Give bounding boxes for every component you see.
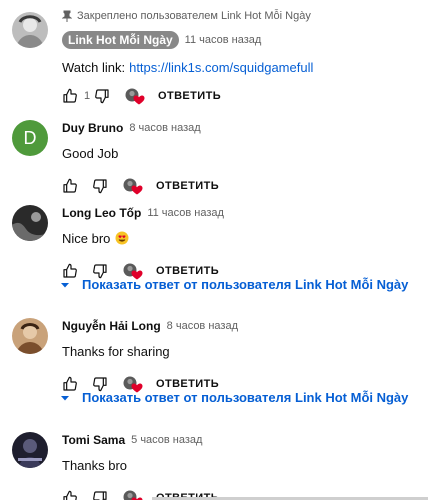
reply-button[interactable]: ОТВЕТИТЬ bbox=[156, 378, 219, 390]
show-replies-label: Показать ответ от пользователя Link Hot … bbox=[82, 277, 409, 292]
comment-time[interactable]: 11 часов назад bbox=[147, 207, 224, 219]
comment-text-content: Nice bro bbox=[62, 230, 111, 246]
show-replies-button[interactable]: Показать ответ от пользователя Link Hot … bbox=[60, 277, 408, 292]
like-count: 1 bbox=[84, 90, 91, 102]
avatar[interactable] bbox=[12, 432, 48, 468]
comment-author[interactable]: Nguyễn Hải Long bbox=[62, 319, 161, 333]
creator-heart-icon bbox=[122, 177, 144, 195]
comment-link[interactable]: https://link1s.com/squidgamefull bbox=[129, 60, 313, 75]
comment-time[interactable]: 5 часов назад bbox=[131, 434, 202, 446]
show-replies-label: Показать ответ от пользователя Link Hot … bbox=[82, 390, 409, 405]
chevron-down-icon bbox=[61, 282, 69, 287]
comment-text: Thanks for sharing bbox=[62, 343, 170, 359]
dislike-icon[interactable] bbox=[94, 88, 110, 104]
comment-text: Nice bro bbox=[62, 229, 420, 247]
avatar[interactable] bbox=[12, 318, 48, 354]
reply-button[interactable]: ОТВЕТИТЬ bbox=[156, 265, 219, 277]
reply-button[interactable]: ОТВЕТИТЬ bbox=[156, 180, 219, 192]
pinned-label: Закреплено пользователем Link Hot Mỗi Ng… bbox=[62, 8, 420, 24]
comment-text: Good Job bbox=[62, 145, 119, 161]
creator-heart-icon bbox=[122, 489, 144, 500]
comment-time[interactable]: 11 часов назад bbox=[185, 34, 262, 46]
avatar[interactable] bbox=[12, 12, 48, 48]
creator-heart-icon bbox=[124, 87, 146, 105]
reply-button[interactable]: ОТВЕТИТЬ bbox=[158, 90, 221, 102]
avatar-letter: D bbox=[23, 127, 37, 148]
avatar[interactable]: D bbox=[12, 120, 48, 156]
dislike-icon[interactable] bbox=[92, 490, 108, 500]
comment-text-prefix: Watch link: bbox=[62, 59, 126, 75]
avatar[interactable] bbox=[12, 205, 48, 241]
comment-time[interactable]: 8 часов назад bbox=[129, 122, 200, 134]
like-icon[interactable] bbox=[62, 88, 78, 104]
dislike-icon[interactable] bbox=[92, 178, 108, 194]
comment-text: Thanks bro bbox=[62, 457, 128, 473]
comment-text: Watch link: https://link1s.com/squidgame… bbox=[62, 58, 420, 76]
comment-author[interactable]: Duy Bruno bbox=[62, 121, 123, 135]
show-replies-button[interactable]: Показать ответ от пользователя Link Hot … bbox=[60, 390, 408, 405]
comment-author[interactable]: Link Hot Mỗi Ngày bbox=[62, 31, 179, 49]
pinned-text: Закреплено пользователем Link Hot Mỗi Ng… bbox=[77, 10, 311, 22]
heart-eyes-emoji bbox=[115, 231, 129, 245]
comment-time[interactable]: 8 часов назад bbox=[167, 320, 238, 332]
comment-author[interactable]: Long Leo Tốp bbox=[62, 206, 141, 220]
like-icon[interactable] bbox=[62, 490, 78, 500]
like-icon[interactable] bbox=[62, 178, 78, 194]
comment-author[interactable]: Tomi Sama bbox=[62, 433, 125, 447]
pin-icon bbox=[62, 10, 72, 22]
chevron-down-icon bbox=[61, 395, 69, 400]
